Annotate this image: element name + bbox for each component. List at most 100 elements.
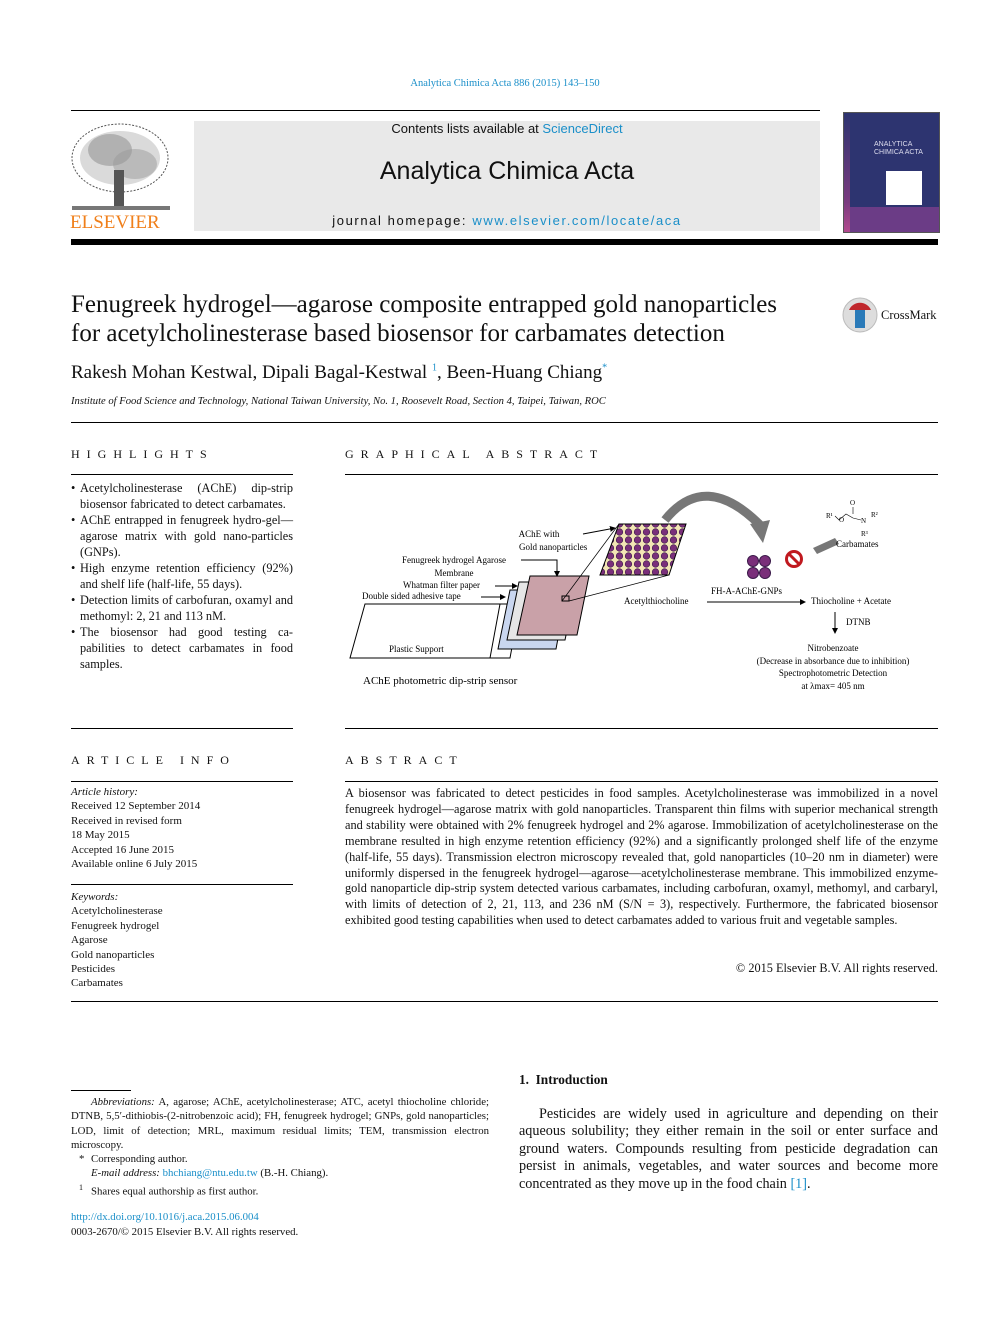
label-nitro: Nitrobenzoate [808,643,859,653]
gold-nanoparticle-grid [599,523,687,576]
history-item: Received in revised form [71,814,182,827]
membrane-layer [516,575,590,636]
cover-title: ANALYTICA CHIMICA ACTA [874,141,923,156]
journal-banner: Contents lists available at ScienceDirec… [194,121,820,231]
label-tape: Double sided adhesive tape [362,591,461,601]
label-whatman: Whatman filter paper [403,580,480,590]
label-substrate: Acetylthiocholine [624,596,688,606]
highlight-item: High enzyme retention efficiency (92%) a… [71,560,293,592]
keyword: Pesticides [71,963,115,976]
rule [71,728,293,729]
author-list: Rakesh Mohan Kestwal, Dipali Bagal-Kestw… [71,362,607,384]
label-products: Thiocholine + Acetate [811,596,891,606]
keyword: Fenugreek hydrogel [71,919,160,932]
keyword: Gold nanoparticles [71,948,155,961]
elsevier-tree-icon [71,123,170,210]
introduction-text: Pesticides are widely used in agricultur… [519,1106,938,1192]
rule [345,728,938,729]
rule [71,422,938,423]
keyword: Acetylcholinesterase [71,905,163,918]
abbreviations-label: Abbreviations: [91,1096,155,1108]
r1: R¹ [826,512,833,520]
elsevier-logo: ELSEVIER [70,120,172,233]
keywords-label: Keywords: [71,891,119,903]
rule [345,474,938,475]
label-membrane-2: Membrane [435,568,474,578]
email-label: E-mail address: [91,1167,163,1180]
homepage-prefix: journal homepage: [332,213,473,228]
history-item: 18 May 2015 [71,829,130,842]
sentence-end: . [807,1175,811,1192]
label-gold: Gold nanoparticles [519,542,588,552]
article-info-heading: ARTICLE INFO [71,753,236,767]
keyword: Carbamates [71,977,123,990]
o-ester: O [839,516,844,524]
label-membrane: Fenugreek hydrogel Agarose [402,555,506,565]
highlight-item: Acetylcholinesterase (AChE) dip-strip bi… [71,480,293,512]
crossmark-label: CrossMark [881,308,937,322]
figure-caption: AChE photometric dip-strip sensor [363,675,518,687]
email-suffix: (B.-H. Chiang). [257,1167,329,1180]
abbreviations-footnote: Abbreviations: A, agarose; AChE, acetylc… [71,1095,489,1152]
affiliation: Institute of Food Science and Technology… [71,396,606,407]
journal-citation[interactable]: Analytica Chimica Acta 886 (2015) 143–15… [0,78,992,89]
corr-mark: * [79,1153,85,1165]
doi-link[interactable]: http://dx.doi.org/10.1016/j.aca.2015.06.… [71,1211,259,1223]
r3: R³ [861,530,868,538]
label-enzyme: FH-A-AChE-GNPs [711,586,783,596]
author-name[interactable]: Rakesh Mohan Kestwal, [71,362,262,383]
rule [71,474,293,475]
n-atom: N [861,517,866,525]
reference-link[interactable]: [1] [790,1176,807,1192]
r2: R² [871,511,878,519]
highlight-item: AChE entrapped in fenugreek hydro-gel—ag… [71,512,293,560]
label-spectro: Spectrophotometric Detection [779,668,888,678]
crossmark-icon [842,297,878,333]
sciencedirect-link[interactable]: ScienceDirect [542,121,622,136]
highlights-heading: HIGHLIGHTS [71,447,214,461]
header-thick-rule [71,239,938,245]
journal-title: Analytica Chimica Acta [379,157,635,185]
carbamate-structure: R¹ O O N R² R³ [826,499,878,538]
rule [71,884,293,885]
journal-cover[interactable]: ANALYTICA CHIMICA ACTA [843,112,940,233]
share-mark: 1 [79,1182,83,1192]
corresponding-mark[interactable]: * [602,363,607,374]
introduction-paragraph: Pesticides are widely used in agricultur… [519,1106,938,1193]
homepage-link[interactable]: www.elsevier.com/locate/aca [472,213,681,228]
cover-figure [886,171,922,205]
introduction-heading: 1. Introduction [519,1072,608,1087]
abstract-heading: ABSTRACT [345,753,464,767]
rule [71,781,293,782]
rule [71,1001,938,1002]
enzyme-nanoparticles-icon [747,555,771,579]
author-name[interactable]: Dipali Bagal-Kestwal [262,362,432,383]
share-note: Shares equal authorship as first author. [91,1185,259,1198]
highlight-item: Detection limits of carbofuran, oxamyl a… [71,592,293,624]
homepage-line: journal homepage: www.elsevier.com/locat… [194,213,820,228]
history-item: Received 12 September 2014 [71,800,201,813]
label-lambda: at λmax= 405 nm [801,681,864,691]
author-name[interactable]: , Been-Huang Chiang [437,362,602,383]
graphical-abstract-figure: AChE with Gold nanoparticles Fenugreek h… [349,491,910,691]
title-line-1: Fenugreek hydrogel—agarose composite ent… [71,291,778,318]
footnote-rule [71,1090,131,1091]
crossmark-button[interactable]: CrossMark [841,296,941,336]
contents-line: Contents lists available at ScienceDirec… [194,121,820,136]
label-decrease: (Decrease in absorbance due to inhibitio… [757,656,910,666]
history-label: Article history: [71,786,138,798]
label-dtnb: DTNB [846,617,871,627]
curved-arrow [661,491,764,529]
label-carbamates: Carbamates [836,539,879,549]
cover-footer [850,207,939,232]
paper-page: Analytica Chimica Acta 886 (2015) 143–15… [0,0,992,1323]
abstract-copyright: © 2015 Elsevier B.V. All rights reserved… [735,961,938,975]
article-history: Article history: Received 12 September 2… [71,785,293,871]
graphical-abstract-heading: GRAPHICAL ABSTRACT [345,447,605,461]
issn-line: 0003-2670/© 2015 Elsevier B.V. All right… [71,1226,299,1238]
elsevier-wordmark: ELSEVIER [70,212,160,233]
rule [345,781,938,782]
email-link[interactable]: bhchiang@ntu.edu.tw [163,1167,258,1179]
abstract-text: A biosensor was fabricated to detect pes… [345,786,938,928]
article-title: Fenugreek hydrogel—agarose composite ent… [71,290,777,348]
